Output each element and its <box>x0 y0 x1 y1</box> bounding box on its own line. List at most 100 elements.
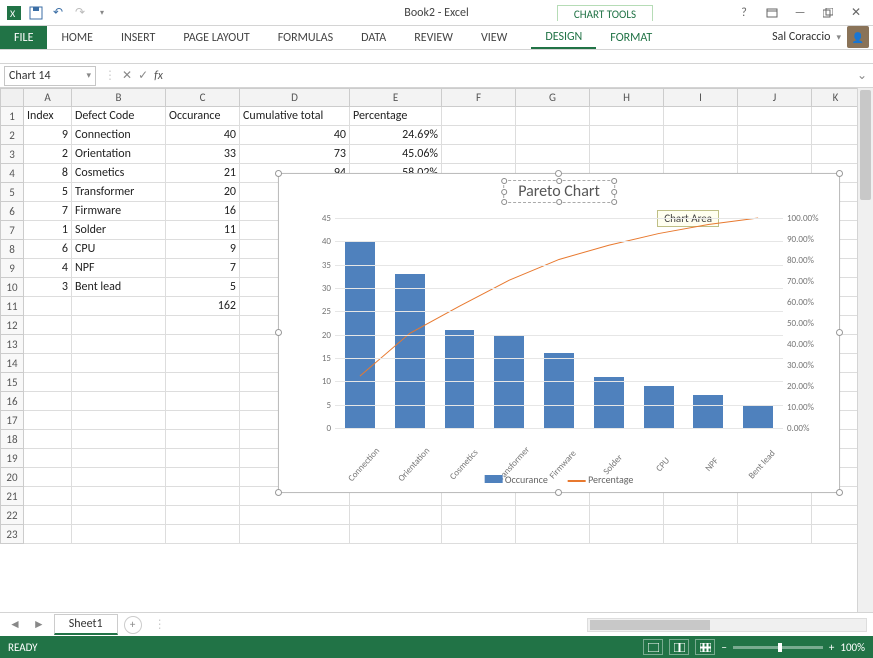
cell-B12[interactable] <box>72 316 166 335</box>
cell-C23[interactable] <box>166 525 240 544</box>
resize-handle[interactable] <box>836 489 843 496</box>
tab-insert[interactable]: INSERT <box>107 26 169 49</box>
row-header-2[interactable]: 2 <box>0 126 24 145</box>
column-header-E[interactable]: E <box>350 88 442 107</box>
cell-F2[interactable] <box>442 126 516 145</box>
resize-handle[interactable] <box>836 329 843 336</box>
tab-formulas[interactable]: FORMULAS <box>264 26 347 49</box>
column-header-A[interactable]: A <box>24 88 72 107</box>
cell-I2[interactable] <box>664 126 738 145</box>
cell-G22[interactable] <box>516 506 590 525</box>
cell-D2[interactable]: 40 <box>240 126 350 145</box>
cell-G2[interactable] <box>516 126 590 145</box>
cell-K1[interactable] <box>812 107 860 126</box>
cell-C16[interactable] <box>166 392 240 411</box>
cell-A16[interactable] <box>24 392 72 411</box>
cell-I3[interactable] <box>664 145 738 164</box>
row-header-5[interactable]: 5 <box>0 183 24 202</box>
cell-A3[interactable]: 2 <box>24 145 72 164</box>
tab-format[interactable]: FORMAT <box>596 26 666 49</box>
cell-J2[interactable] <box>738 126 812 145</box>
cell-A18[interactable] <box>24 430 72 449</box>
cell-K22[interactable] <box>812 506 860 525</box>
row-header-15[interactable]: 15 <box>0 373 24 392</box>
cell-A8[interactable]: 6 <box>24 240 72 259</box>
cell-B16[interactable] <box>72 392 166 411</box>
column-header-K[interactable]: K <box>812 88 860 107</box>
resize-handle[interactable] <box>555 170 562 177</box>
formula-input[interactable] <box>171 66 851 86</box>
cell-J23[interactable] <box>738 525 812 544</box>
cell-A17[interactable] <box>24 411 72 430</box>
cell-B2[interactable]: Connection <box>72 126 166 145</box>
cell-A7[interactable]: 1 <box>24 221 72 240</box>
help-icon[interactable]: ? <box>733 4 755 22</box>
cell-E1[interactable]: Percentage <box>350 107 442 126</box>
row-header-4[interactable]: 4 <box>0 164 24 183</box>
row-header-9[interactable]: 9 <box>0 259 24 278</box>
cell-A15[interactable] <box>24 373 72 392</box>
row-header-19[interactable]: 19 <box>0 449 24 468</box>
cell-H1[interactable] <box>590 107 664 126</box>
normal-view-icon[interactable] <box>643 639 663 655</box>
redo-icon[interactable]: ↷ <box>72 5 88 21</box>
cell-C14[interactable] <box>166 354 240 373</box>
tab-view[interactable]: VIEW <box>467 26 521 49</box>
column-header-H[interactable]: H <box>590 88 664 107</box>
cell-J3[interactable] <box>738 145 812 164</box>
cell-G1[interactable] <box>516 107 590 126</box>
cell-H22[interactable] <box>590 506 664 525</box>
cell-E22[interactable] <box>350 506 442 525</box>
cell-F22[interactable] <box>442 506 516 525</box>
row-header-20[interactable]: 20 <box>0 468 24 487</box>
restore-icon[interactable] <box>817 4 839 22</box>
chart-legend[interactable]: Occurance Percentage <box>485 473 634 486</box>
row-header-13[interactable]: 13 <box>0 335 24 354</box>
close-icon[interactable]: ✕ <box>845 4 867 22</box>
cell-B22[interactable] <box>72 506 166 525</box>
cell-B9[interactable]: NPF <box>72 259 166 278</box>
cell-C10[interactable]: 5 <box>166 278 240 297</box>
cell-F3[interactable] <box>442 145 516 164</box>
cell-B21[interactable] <box>72 487 166 506</box>
cell-D22[interactable] <box>240 506 350 525</box>
enter-formula-icon[interactable]: ✓ <box>138 68 148 83</box>
cell-J22[interactable] <box>738 506 812 525</box>
cell-G3[interactable] <box>516 145 590 164</box>
column-header-F[interactable]: F <box>442 88 516 107</box>
tab-nav-next-icon[interactable]: ► <box>30 617 48 632</box>
resize-handle[interactable] <box>275 170 282 177</box>
minimize-icon[interactable]: — <box>789 4 811 22</box>
cell-C8[interactable]: 9 <box>166 240 240 259</box>
cell-C18[interactable] <box>166 430 240 449</box>
column-header-B[interactable]: B <box>72 88 166 107</box>
resize-handle[interactable] <box>836 170 843 177</box>
cell-K2[interactable] <box>812 126 860 145</box>
cell-A23[interactable] <box>24 525 72 544</box>
cell-C20[interactable] <box>166 468 240 487</box>
cell-A13[interactable] <box>24 335 72 354</box>
cell-B4[interactable]: Cosmetics <box>72 164 166 183</box>
cell-B20[interactable] <box>72 468 166 487</box>
user-account[interactable]: Sal Coraccio ▾ 👤 <box>772 26 869 48</box>
cell-D3[interactable]: 73 <box>240 145 350 164</box>
cell-A6[interactable]: 7 <box>24 202 72 221</box>
cancel-formula-icon[interactable]: ✕ <box>122 68 132 83</box>
chart-title[interactable]: Pareto Chart <box>503 180 615 203</box>
qat-more-icon[interactable]: ▾ <box>94 5 110 21</box>
cell-C4[interactable]: 21 <box>166 164 240 183</box>
cell-C9[interactable]: 7 <box>166 259 240 278</box>
scrollbar-thumb[interactable] <box>590 620 710 630</box>
row-header-10[interactable]: 10 <box>0 278 24 297</box>
row-header-7[interactable]: 7 <box>0 221 24 240</box>
cell-I22[interactable] <box>664 506 738 525</box>
chevron-down-icon[interactable]: ▾ <box>86 70 91 81</box>
cell-C6[interactable]: 16 <box>166 202 240 221</box>
expand-formula-bar-icon[interactable]: ⌄ <box>855 68 869 83</box>
zoom-out-button[interactable]: − <box>721 641 726 654</box>
row-header-11[interactable]: 11 <box>0 297 24 316</box>
cell-H23[interactable] <box>590 525 664 544</box>
resize-handle[interactable] <box>555 489 562 496</box>
row-header-17[interactable]: 17 <box>0 411 24 430</box>
cell-B18[interactable] <box>72 430 166 449</box>
